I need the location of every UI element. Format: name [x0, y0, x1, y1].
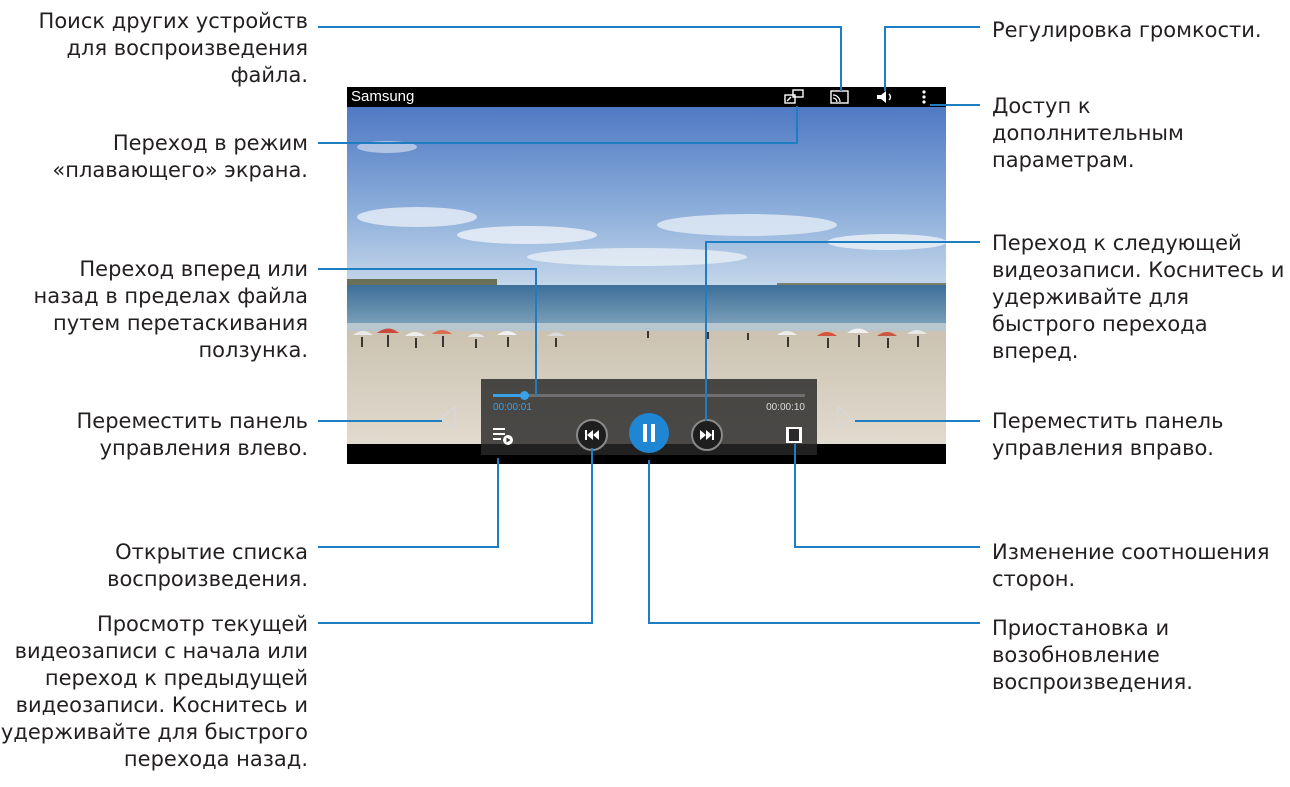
annotation-move-right: Переместить панель управления вправо. — [992, 409, 1224, 460]
connector-aspect-ratio-v — [794, 444, 796, 548]
popup-screen-icon[interactable] — [783, 89, 805, 105]
connector-next-v — [705, 241, 707, 421]
connector-more-options — [930, 104, 980, 106]
next-button[interactable] — [691, 419, 723, 451]
connector-find-devices-v — [840, 26, 842, 91]
connector-pause-resume — [649, 622, 980, 624]
annotation-next: Переход к следующей видеозаписи. Косните… — [992, 231, 1285, 363]
more-options-icon[interactable] — [917, 89, 931, 105]
right-arrow-icon[interactable] — [836, 405, 854, 431]
speaker-icon[interactable] — [875, 89, 897, 105]
aspect-ratio-icon[interactable] — [785, 426, 803, 444]
left-arrow-icon[interactable] — [439, 405, 457, 431]
playlist-icon[interactable] — [491, 423, 515, 447]
connector-popup-v — [796, 106, 798, 144]
connector-playlist — [318, 546, 498, 548]
connector-playlist-v — [497, 458, 499, 548]
previous-button[interactable] — [576, 419, 608, 451]
connector-move-right — [855, 420, 980, 422]
connector-volume — [884, 26, 980, 28]
control-panel: 00:00:01 00:00:10 — [481, 379, 817, 455]
connector-find-devices — [318, 26, 840, 28]
annotation-seek: Переход вперед или назад в пределах файл… — [33, 257, 308, 362]
connector-seek-v — [535, 268, 537, 396]
pause-button[interactable] — [629, 413, 669, 453]
total-time: 00:00:10 — [766, 402, 805, 413]
annotation-move-left: Переместить панель управления влево. — [76, 409, 308, 460]
connector-previous-v — [591, 448, 593, 624]
current-time: 00:00:01 — [493, 402, 532, 413]
pause-icon — [643, 424, 655, 442]
annotation-pause-resume: Приостановка и возобновление воспроизвед… — [992, 616, 1193, 694]
connector-seek — [318, 268, 536, 270]
top-bar: Samsung — [347, 87, 946, 107]
annotation-playlist: Открытие списка воспроизведения. — [107, 540, 308, 591]
annotation-more-options: Доступ к дополнительным параметрам. — [992, 94, 1184, 172]
annotation-find-devices: Поиск других устройств для воспроизведен… — [38, 9, 308, 87]
previous-track-icon — [585, 430, 599, 440]
annotation-aspect-ratio: Изменение соотношения сторон. — [992, 540, 1270, 591]
connector-next — [705, 241, 980, 243]
annotation-previous: Просмотр текущей видеозаписи с начала ил… — [0, 612, 308, 771]
connector-popup — [318, 142, 796, 144]
annotation-popup-mode: Переход в режим «плавающего» экрана. — [52, 131, 308, 182]
video-title: Samsung — [351, 88, 415, 105]
seek-handle[interactable] — [520, 391, 529, 400]
screen-mirroring-icon[interactable] — [828, 89, 850, 105]
next-track-icon — [700, 430, 714, 440]
connector-pause-resume-v — [648, 460, 650, 624]
seek-bar[interactable] — [493, 391, 805, 400]
connector-aspect-ratio — [795, 546, 980, 548]
connector-move-left — [318, 420, 442, 422]
annotation-volume: Регулировка громкости. — [992, 18, 1262, 42]
connector-volume-v — [884, 26, 886, 91]
connector-previous — [318, 622, 592, 624]
